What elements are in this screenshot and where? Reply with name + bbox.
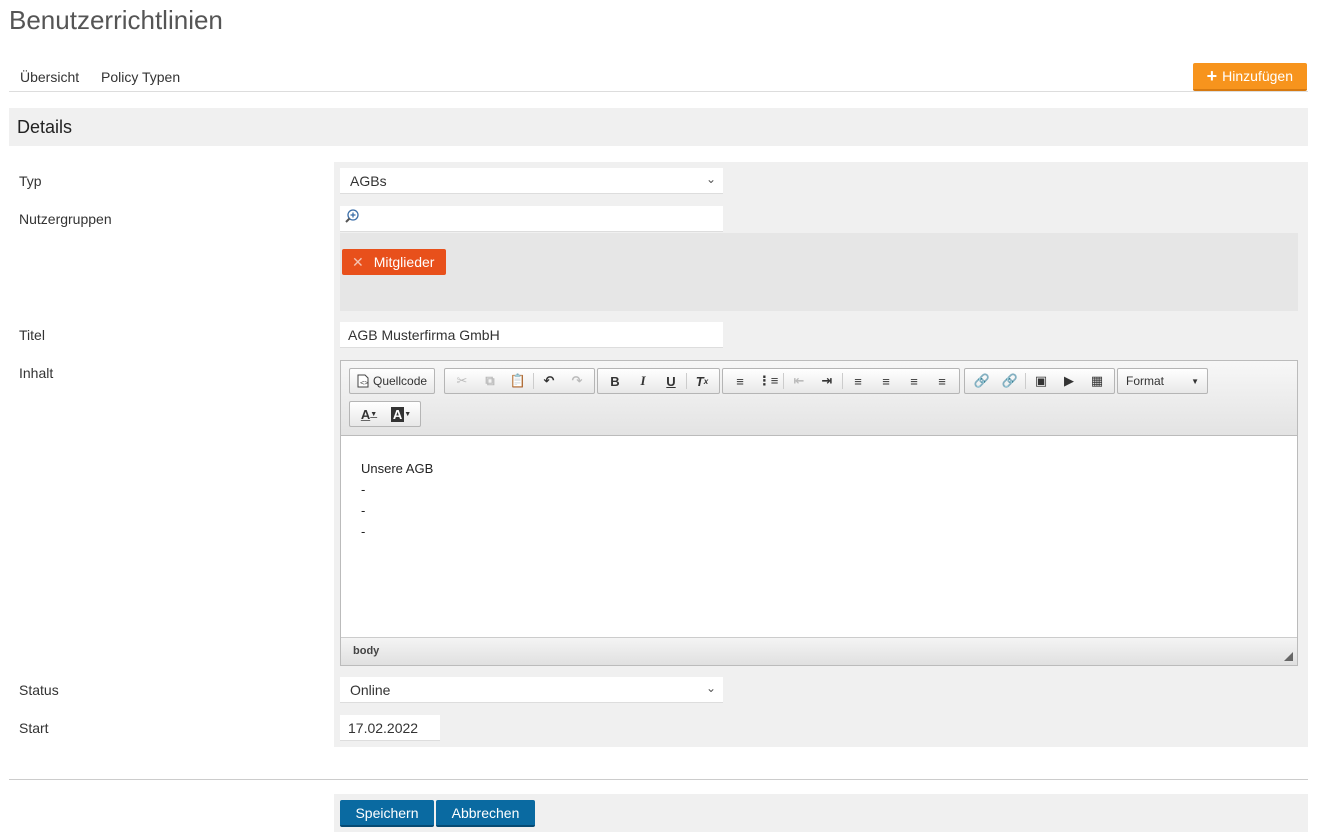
content-line: - [361, 503, 366, 518]
groups-search-input[interactable] [340, 206, 723, 232]
toolbar-separator [783, 373, 784, 389]
chevron-down-icon: ⌄ [705, 681, 716, 695]
start-label: Start [19, 720, 49, 736]
unlink-icon[interactable]: 🔗 [996, 370, 1024, 392]
toolbar-group-clipboard: ✂ ⧉ 📋 ↶ ↷ [444, 368, 595, 394]
copy-icon[interactable]: ⧉ [476, 370, 504, 392]
link-icon[interactable]: 🔗 [968, 370, 996, 392]
tab-policy-types[interactable]: Policy Typen [101, 69, 180, 85]
format-dropdown-label: Format [1126, 374, 1165, 388]
title-input-value: AGB Musterfirma GmbH [348, 327, 500, 343]
section-title: Details [9, 108, 1308, 146]
caret-down-icon: ▼ [1191, 376, 1199, 386]
source-button-label: Quellcode [373, 374, 428, 388]
groups-label: Nutzergruppen [19, 211, 112, 227]
text-color-icon[interactable]: A ▼ [353, 403, 385, 425]
toolbar-group-source: <> Quellcode [349, 368, 436, 394]
save-button[interactable]: Speichern [340, 800, 434, 827]
add-button[interactable]: + Hinzufügen [1192, 63, 1307, 91]
paste-icon[interactable]: 📋 [504, 370, 532, 392]
indent-icon[interactable]: ⇥ [813, 370, 841, 392]
groups-tag-area [340, 233, 1298, 311]
editor-path-bar: body [341, 637, 1297, 665]
title-input[interactable]: AGB Musterfirma GmbH [340, 322, 723, 348]
image-icon[interactable]: ▣ [1027, 370, 1055, 392]
content-line: - [361, 524, 366, 539]
close-icon[interactable]: ✕ [352, 254, 364, 271]
title-label: Titel [19, 327, 45, 343]
bold-icon[interactable]: B [601, 370, 629, 392]
video-icon[interactable]: ▶ [1055, 370, 1083, 392]
tab-overview[interactable]: Übersicht [20, 69, 79, 85]
status-select[interactable]: Online ⌄ [340, 677, 723, 703]
numbered-list-icon[interactable]: ≡ [726, 370, 754, 392]
cancel-button[interactable]: Abbrechen [436, 800, 535, 827]
zoom-in-icon [345, 209, 359, 223]
toolbar-separator [686, 373, 687, 389]
background-color-icon[interactable]: A ▼ [385, 403, 417, 425]
group-tag[interactable]: ✕ Mitglieder [342, 249, 446, 275]
tab-nav: Übersicht Policy Typen [9, 62, 1308, 92]
type-select[interactable]: AGBs ⌄ [340, 168, 723, 194]
align-justify-icon[interactable]: ≡ [928, 370, 956, 392]
content-label: Inhalt [19, 365, 54, 381]
toolbar-separator [533, 373, 534, 389]
start-date-input[interactable]: 17.02.2022 [340, 715, 440, 741]
svg-text:<>: <> [360, 379, 368, 387]
content-line: Unsere AGB [361, 461, 434, 476]
source-icon: <> [357, 374, 369, 388]
toolbar-separator [842, 373, 843, 389]
redo-icon[interactable]: ↷ [563, 370, 591, 392]
format-dropdown[interactable]: Format ▼ [1117, 368, 1208, 394]
plus-icon: + [1206, 66, 1218, 86]
rich-text-editor: <> Quellcode ✂ ⧉ 📋 ↶ ↷ B I U Tx ≡ ⋮≡ ⇤ ⇥ [340, 360, 1298, 666]
toolbar-group-colors: A ▼ A ▼ [349, 401, 421, 427]
chevron-down-icon: ⌄ [705, 172, 716, 186]
editor-content[interactable]: Unsere AGB - - - [361, 458, 433, 542]
remove-format-icon[interactable]: Tx [688, 370, 716, 392]
add-button-label: Hinzufügen [1222, 68, 1293, 84]
align-center-icon[interactable]: ≡ [872, 370, 900, 392]
type-label: Typ [19, 173, 42, 189]
content-line: - [361, 482, 366, 497]
toolbar-group-links: 🔗 🔗 ▣ ▶ ▦ [964, 368, 1115, 394]
status-label: Status [19, 682, 59, 698]
page-title: Benutzerrichtlinien [9, 5, 223, 35]
editor-toolbar: <> Quellcode ✂ ⧉ 📋 ↶ ↷ B I U Tx ≡ ⋮≡ ⇤ ⇥ [341, 361, 1297, 436]
type-select-value: AGBs [350, 173, 387, 189]
start-date-value: 17.02.2022 [348, 720, 419, 736]
cut-icon[interactable]: ✂ [448, 370, 476, 392]
toolbar-separator [1025, 373, 1026, 389]
status-select-value: Online [350, 682, 391, 698]
resize-handle-icon[interactable] [1284, 652, 1293, 661]
outdent-icon[interactable]: ⇤ [785, 370, 813, 392]
align-left-icon[interactable]: ≡ [844, 370, 872, 392]
bulleted-list-icon[interactable]: ⋮≡ [754, 370, 782, 392]
toolbar-group-basicstyles: B I U Tx [597, 368, 720, 394]
source-button[interactable]: <> Quellcode [353, 374, 431, 388]
group-tag-label: Mitglieder [373, 254, 435, 270]
italic-icon[interactable]: I [629, 370, 657, 392]
align-right-icon[interactable]: ≡ [900, 370, 928, 392]
toolbar-group-paragraph: ≡ ⋮≡ ⇤ ⇥ ≡ ≡ ≡ ≡ [722, 368, 960, 394]
table-icon[interactable]: ▦ [1083, 370, 1111, 392]
divider [9, 779, 1308, 780]
undo-icon[interactable]: ↶ [535, 370, 563, 392]
underline-icon[interactable]: U [657, 370, 685, 392]
element-path[interactable]: body [353, 645, 379, 657]
